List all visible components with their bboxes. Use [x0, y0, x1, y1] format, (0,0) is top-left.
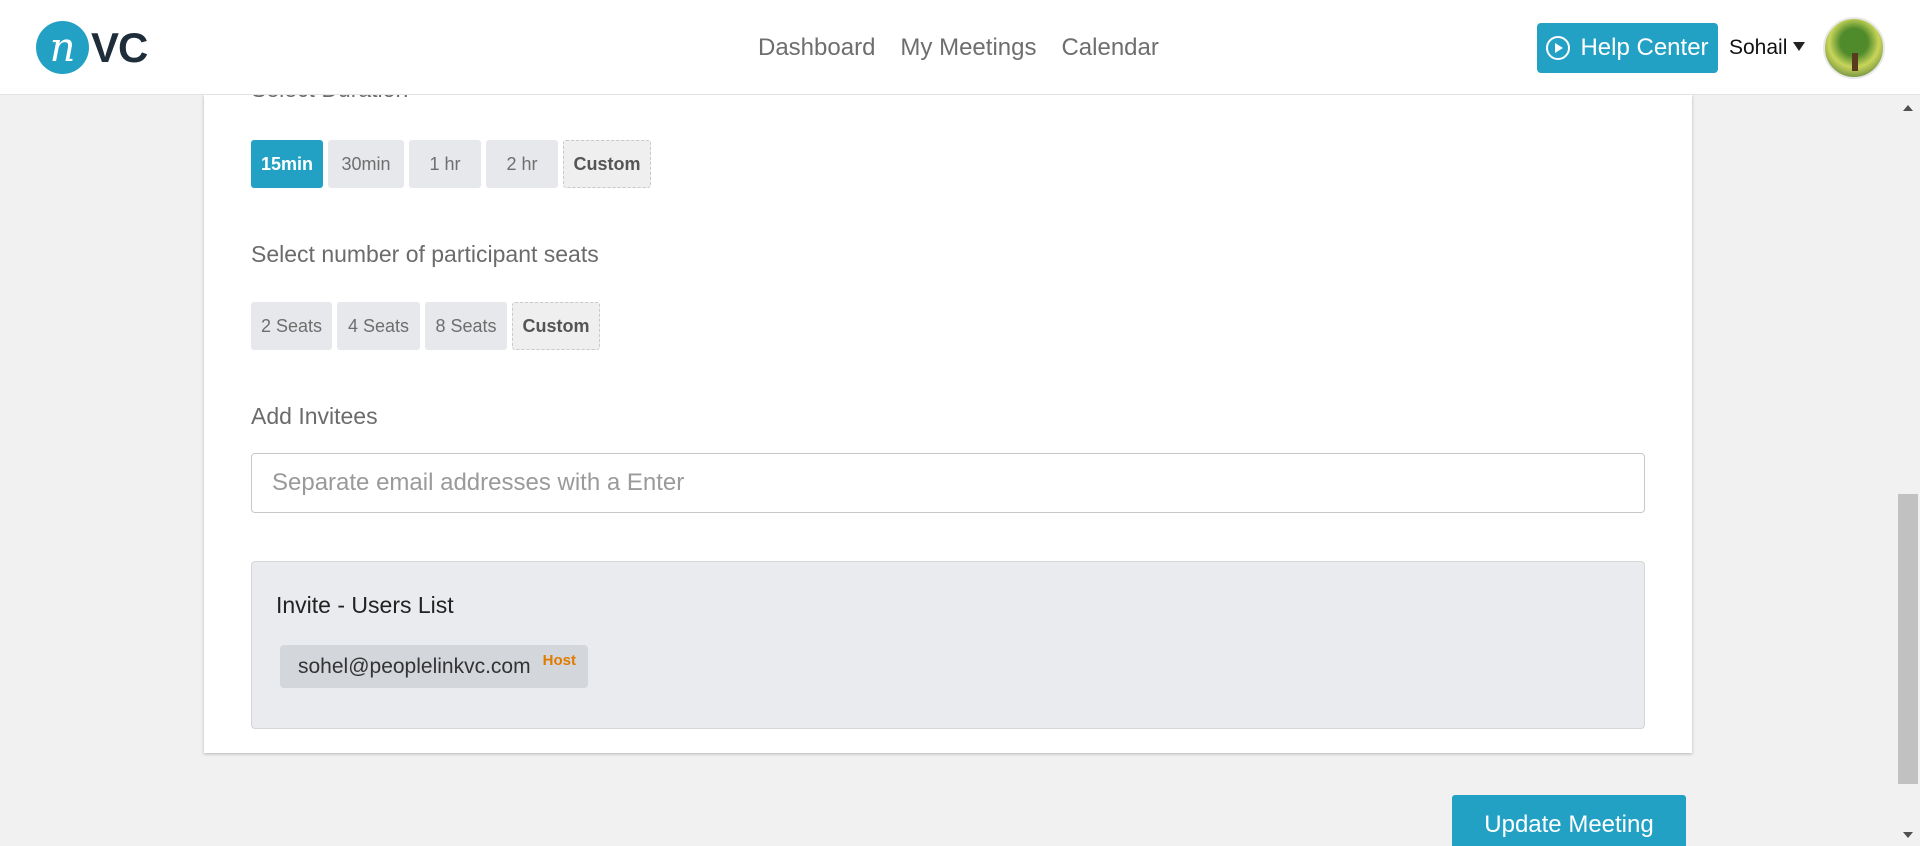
user-menu[interactable]: Sohail	[1729, 0, 1806, 95]
user-email: sohel@peoplelinkvc.com	[298, 654, 531, 678]
avatar[interactable]	[1823, 17, 1885, 79]
logo[interactable]: n VC	[36, 20, 148, 75]
seats-option-8[interactable]: 8 Seats	[425, 302, 507, 350]
user-name: Sohail	[1729, 35, 1788, 59]
play-circle-icon	[1546, 36, 1571, 60]
host-badge: Host	[542, 652, 576, 669]
help-center-button[interactable]: Help Center	[1537, 23, 1718, 73]
seats-option-4[interactable]: 4 Seats	[337, 302, 420, 350]
update-meeting-button[interactable]: Update Meeting	[1452, 795, 1686, 846]
duration-option-2hr[interactable]: 2 hr	[486, 140, 558, 188]
duration-option-15min[interactable]: 15min	[251, 140, 323, 188]
page-scrollbar[interactable]	[1896, 95, 1920, 846]
scroll-down-arrow-icon[interactable]	[1903, 832, 1913, 838]
logo-mark: n	[36, 21, 89, 74]
invitees-email-input[interactable]	[251, 453, 1645, 513]
logo-text: VC	[91, 23, 148, 71]
caret-down-icon	[1793, 42, 1806, 51]
scroll-up-arrow-icon[interactable]	[1903, 105, 1913, 111]
invitees-label: Add Invitees	[251, 403, 378, 429]
seats-label: Select number of participant seats	[251, 241, 599, 267]
seats-options: 2 Seats 4 Seats 8 Seats Custom	[251, 302, 600, 350]
top-navbar: n VC Dashboard My Meetings Calendar Help…	[0, 0, 1920, 95]
users-list-title: Invite - Users List	[276, 592, 454, 618]
seats-option-2[interactable]: 2 Seats	[251, 302, 332, 350]
invite-users-list: Invite - Users List sohel@peoplelinkvc.c…	[251, 561, 1645, 729]
duration-options: 15min 30min 1 hr 2 hr Custom	[251, 140, 651, 188]
duration-option-30min[interactable]: 30min	[328, 140, 404, 188]
seats-option-custom[interactable]: Custom	[512, 302, 600, 350]
main-nav: Dashboard My Meetings Calendar	[758, 0, 1159, 95]
nav-my-meetings[interactable]: My Meetings	[900, 34, 1036, 62]
help-center-label: Help Center	[1580, 34, 1709, 61]
user-chip: sohel@peoplelinkvc.com Host	[280, 645, 588, 688]
duration-option-1hr[interactable]: 1 hr	[409, 140, 481, 188]
duration-option-custom[interactable]: Custom	[563, 140, 651, 188]
nav-dashboard[interactable]: Dashboard	[758, 34, 875, 62]
scroll-thumb[interactable]	[1898, 494, 1918, 784]
nav-calendar[interactable]: Calendar	[1061, 34, 1158, 62]
